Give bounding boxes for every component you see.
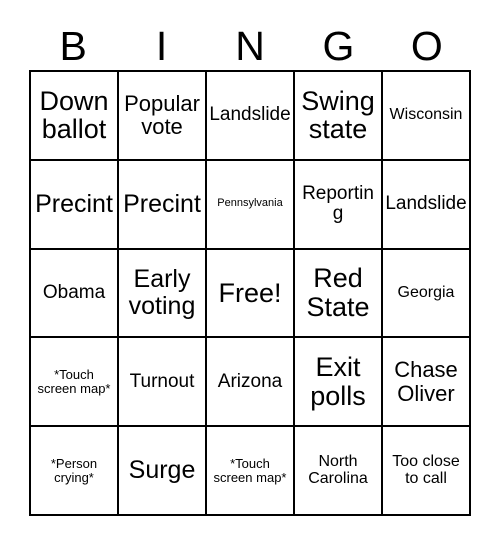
bingo-grid: Down ballot Popular vote Landslide Swing… [29, 70, 471, 516]
bingo-cell-label: Wisconsin [389, 105, 463, 123]
bingo-cell-label: Down ballot [39, 85, 109, 145]
bingo-cell[interactable]: Early voting [119, 249, 207, 339]
bingo-cell-label: Exit polls [310, 352, 366, 411]
bingo-cell-label: Chase Oliver [394, 357, 458, 406]
bingo-cell[interactable]: Red State [295, 249, 383, 339]
bingo-cell[interactable]: Surge [119, 427, 207, 516]
bingo-cell[interactable]: *Person crying* [31, 427, 119, 516]
bingo-cell-label: Georgia [397, 283, 455, 301]
bingo-cell-label: Red State [306, 263, 370, 322]
bingo-cell-label: *Touch screen map* [213, 455, 287, 485]
bingo-cell-label: Precint [35, 189, 113, 218]
bingo-cell-label: Turnout [129, 370, 195, 392]
bingo-cell-label: Surge [128, 456, 196, 485]
bingo-cell[interactable]: Exit polls [295, 338, 383, 428]
bingo-cell[interactable]: Chase Oliver [383, 338, 471, 428]
bingo-cell-label: *Person crying* [50, 455, 98, 485]
bingo-cell-label: Early voting [128, 265, 196, 320]
bingo-cell-label: Precint [123, 189, 201, 218]
bingo-cell[interactable]: Landslide [207, 72, 295, 161]
header-letter-b: B [59, 22, 87, 69]
bingo-cell[interactable]: *Touch screen map* [31, 338, 119, 428]
bingo-cell[interactable]: Georgia [383, 249, 471, 339]
bingo-cell[interactable]: Reporting [295, 160, 383, 250]
bingo-cell[interactable]: Too close to call [383, 427, 471, 516]
bingo-cell[interactable]: Landslide [383, 160, 471, 250]
bingo-cell-label: Pennsylvania [217, 197, 283, 210]
bingo-cell-label: Landslide [209, 104, 291, 126]
header-letter-g: G [322, 22, 355, 69]
bingo-cell-label: North Carolina [308, 452, 368, 487]
bingo-cell-label: Obama [42, 281, 106, 303]
bingo-cell-label: Free! [218, 277, 282, 308]
header-letter-i: I [155, 22, 168, 69]
bingo-cell-label: Arizona [217, 370, 283, 392]
bingo-cell-label: Too close to call [392, 452, 460, 487]
bingo-cell[interactable]: Precint [31, 160, 119, 250]
bingo-cell[interactable]: North Carolina [295, 427, 383, 516]
bingo-cell-label: *Touch screen map* [37, 367, 111, 396]
bingo-cell[interactable]: *Touch screen map* [207, 427, 295, 516]
bingo-cell[interactable]: Obama [31, 249, 119, 339]
bingo-cell-free[interactable]: Free! [207, 249, 295, 339]
bingo-header: B I N G O [29, 22, 471, 70]
bingo-cell[interactable]: Turnout [119, 338, 207, 428]
bingo-cell-label: Reporting [302, 183, 374, 225]
bingo-cell[interactable]: Pennsylvania [207, 160, 295, 250]
bingo-cell-label: Landslide [385, 193, 467, 215]
bingo-cell[interactable]: Wisconsin [383, 72, 471, 161]
bingo-card: B I N G O Down ballot Popular vote Lands… [0, 0, 500, 544]
bingo-cell-label: Popular vote [124, 91, 200, 140]
header-letter-o: O [410, 22, 443, 69]
bingo-cell[interactable]: Precint [119, 160, 207, 250]
bingo-cell-label: Swing state [301, 85, 375, 145]
bingo-cell[interactable]: Arizona [207, 338, 295, 428]
bingo-cell[interactable]: Popular vote [119, 72, 207, 161]
bingo-cell[interactable]: Down ballot [31, 72, 119, 161]
bingo-cell[interactable]: Swing state [295, 72, 383, 161]
header-letter-n: N [235, 22, 265, 69]
